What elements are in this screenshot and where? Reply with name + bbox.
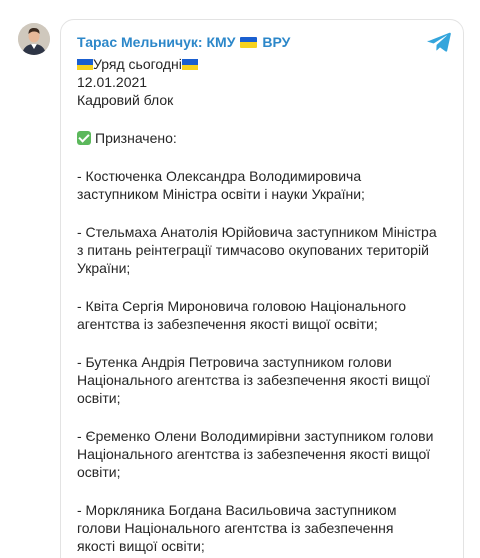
list-item-line: - Єременко Олени Володимирівни заступник…: [77, 428, 434, 444]
list-item-line: України;: [77, 260, 131, 276]
section-title: Кадровий блок: [77, 92, 174, 108]
list-item-line: - Костюченка Олександра Володимировича: [77, 168, 362, 184]
list-item-line: Національного агентства із забезпечення …: [77, 446, 431, 462]
check-mark-button-icon: [77, 131, 91, 145]
list-item-line: голови Національного агентства із забезп…: [77, 520, 394, 536]
channel-header: Тарас Мельничук: КМУ ВРУ: [77, 32, 290, 52]
channel-name[interactable]: Тарас Мельничук: КМУ: [77, 33, 235, 51]
list-item-line: агентства із забезпечення якості вищої о…: [77, 316, 378, 332]
list-item-line: - Моркляника Богдана Васильовича заступн…: [77, 502, 397, 518]
list-item-line: освіти;: [77, 390, 121, 406]
channel-name-suffix[interactable]: ВРУ: [262, 33, 290, 51]
list-item-line: освіти;: [77, 464, 121, 480]
list-item-line: з питань реінтеграції тимчасово окупован…: [77, 242, 429, 258]
list-item-line: - Квіта Сергія Мироновича головою Націон…: [77, 298, 407, 314]
message-body: Уряд сьогодні 12.01.2021 Кадровий блок П…: [77, 55, 457, 555]
list-item-line: - Стельмаха Анатолія Юрійовича заступник…: [77, 224, 437, 240]
list-item-line: Національного агентства із забезпечення …: [77, 372, 431, 388]
list-item-line: заступником Міністра освіти і науки Укра…: [77, 186, 365, 202]
telegram-embed: Тарас Мельничук: КМУ ВРУ Уряд сьогодні 1…: [0, 0, 480, 558]
avatar-portrait-icon: [18, 23, 50, 55]
telegram-plane-icon[interactable]: [427, 32, 451, 52]
list-item-line: якості вищої освіти;: [77, 538, 205, 554]
list-item-line: - Бутенка Андрія Петровича заступником г…: [77, 354, 392, 370]
appointed-label: Призначено:: [95, 130, 177, 146]
ukraine-flag-icon: [240, 36, 258, 48]
headline-line: Уряд сьогодні: [77, 55, 457, 73]
channel-avatar[interactable]: [18, 23, 50, 55]
ukraine-flag-icon: [77, 59, 93, 70]
appointed-line: Призначено:: [77, 129, 457, 147]
headline: Уряд сьогодні: [93, 56, 182, 72]
post-date: 12.01.2021: [77, 74, 148, 90]
ukraine-flag-icon: [181, 59, 198, 70]
